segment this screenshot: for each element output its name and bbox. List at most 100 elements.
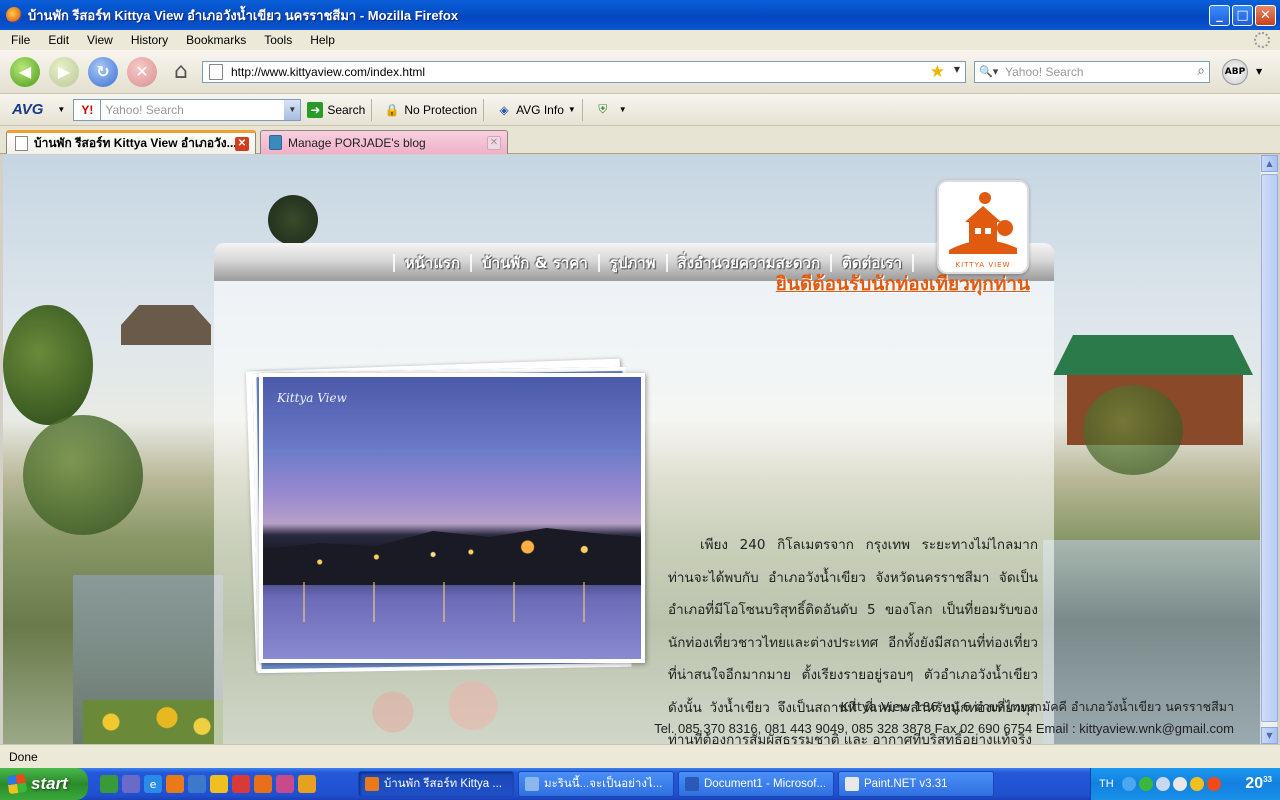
close-button[interactable]: ✕	[1255, 5, 1276, 26]
app-icon[interactable]	[232, 775, 250, 793]
windows-logo-icon	[6, 773, 28, 795]
scroll-down-icon[interactable]: ▼	[1261, 727, 1278, 744]
tray-icon[interactable]	[1206, 777, 1221, 791]
menu-file[interactable]: File	[0, 33, 37, 47]
avg-toolbar: AVG ▼ Y! Yahoo! Search ▼ ➜ Search 🔒 No P…	[0, 94, 1280, 126]
menu-bookmarks[interactable]: Bookmarks	[175, 33, 253, 47]
close-tab-icon[interactable]: ✕	[487, 135, 501, 150]
chevron-down-icon: ▼	[618, 105, 627, 114]
tray-icon[interactable]	[1189, 777, 1204, 791]
scroll-thumb[interactable]	[1261, 174, 1278, 722]
site-nav-home[interactable]: หน้าแรก	[395, 251, 470, 275]
network-icon[interactable]	[1172, 777, 1187, 791]
background-tree	[268, 195, 318, 245]
avg-search-input[interactable]: Yahoo! Search ▼	[101, 98, 302, 121]
firefox-icon[interactable]	[254, 775, 272, 793]
page-icon	[209, 63, 223, 80]
site-nav-gallery[interactable]: รูปภาพ	[600, 251, 666, 275]
start-label: start	[31, 774, 68, 793]
task-paintnet[interactable]: Paint.NET v3.31	[838, 771, 994, 797]
navigation-toolbar: ◀ ▶ ↻ ✕ ⌂ http://www.kittyaview.com/inde…	[0, 50, 1280, 94]
url-bar[interactable]: http://www.kittyaview.com/index.html ★ ▼	[202, 60, 966, 83]
contact-text: Tel. 085 370 8316, 081 443 9049, 085 328…	[654, 721, 1234, 736]
photo-caption: Kittya View	[277, 391, 347, 405]
task-window-2[interactable]: มะรินนี้...จะเป็นอย่างไ...	[518, 771, 674, 797]
minimize-button[interactable]: _	[1209, 5, 1230, 26]
resort-photo: Kittya View	[259, 373, 645, 663]
photo-caption-title: Kittya View	[277, 391, 347, 405]
task-label: Paint.NET v3.31	[864, 778, 948, 790]
home-button[interactable]: ⌂	[166, 57, 196, 87]
site-logo[interactable]: KITTYA VIEW	[937, 180, 1029, 274]
clock[interactable]: 2033	[1245, 775, 1272, 793]
address-text: Kittya View 186 หมู่ 6 ตำบลไทยสามัคคี อำ…	[840, 699, 1234, 714]
bookmark-star-icon[interactable]: ★	[930, 62, 945, 82]
menu-view[interactable]: View	[76, 33, 120, 47]
task-firefox[interactable]: บ้านพัก รีสอร์ท Kittya ...	[358, 771, 514, 797]
firefox-icon[interactable]	[166, 775, 184, 793]
app-icon[interactable]	[276, 775, 294, 793]
menu-edit[interactable]: Edit	[37, 33, 76, 47]
clock-hour: 20	[1245, 775, 1264, 792]
lock-icon: 🔒	[384, 102, 400, 117]
stop-button[interactable]: ✕	[127, 56, 157, 87]
avg-logo[interactable]: AVG	[12, 101, 43, 118]
tab-kittyaview[interactable]: บ้านพัก รีสอร์ท Kittya View อำเภอวัง... …	[6, 130, 256, 154]
start-button[interactable]: start	[0, 768, 88, 800]
tab-porjade-blog[interactable]: Manage PORJADE's blog ✕	[260, 130, 508, 154]
language-indicator[interactable]: TH	[1099, 778, 1114, 790]
avg-menu-dropdown-icon[interactable]: ▼	[57, 105, 65, 114]
url-dropdown-icon[interactable]: ▼	[954, 65, 960, 74]
scroll-up-icon[interactable]: ▲	[1261, 155, 1278, 172]
toolbar-separator	[371, 98, 373, 121]
tray-icon[interactable]	[1138, 777, 1153, 791]
messenger-icon[interactable]	[188, 775, 206, 793]
chevron-down-icon: ▼	[567, 105, 576, 114]
status-text: Done	[9, 749, 38, 764]
maximize-button[interactable]: □	[1232, 5, 1253, 26]
firefox-icon	[365, 777, 379, 791]
background-tree	[23, 415, 143, 535]
window-titlebar: บ้านพัก รีสอร์ท Kittya View อำเภอวังน้ำเ…	[0, 0, 1280, 30]
app-icon[interactable]	[122, 775, 140, 793]
tray-icon[interactable]	[1155, 777, 1170, 791]
background-tree	[1083, 385, 1183, 475]
back-button[interactable]: ◀	[10, 56, 40, 87]
search-bar[interactable]: 🔍▾ Yahoo! Search ⌕	[974, 60, 1210, 83]
menu-tools[interactable]: Tools	[253, 33, 299, 47]
yahoo-icon[interactable]: Y!	[73, 98, 102, 121]
site-nav-rooms[interactable]: บ้านพัก & ราคา	[472, 251, 598, 275]
adblock-button[interactable]: ABP	[1222, 58, 1248, 85]
menu-help[interactable]: Help	[299, 33, 342, 47]
protection-status[interactable]: 🔒 No Protection	[384, 102, 477, 118]
app-icon[interactable]	[298, 775, 316, 793]
tray-icon[interactable]	[1121, 777, 1136, 791]
shield-icon: ⛨	[598, 102, 608, 116]
window-title: บ้านพัก รีสอร์ท Kittya View อำเภอวังน้ำเ…	[28, 7, 459, 23]
blogger-icon	[269, 135, 282, 150]
search-engine-icon[interactable]: 🔍▾	[975, 65, 1005, 78]
menu-history[interactable]: History	[120, 33, 175, 47]
ie-icon[interactable]: e	[144, 775, 162, 793]
smiley-icon[interactable]	[210, 775, 228, 793]
paintnet-icon	[845, 777, 859, 791]
search-go-icon[interactable]: ⌕	[1197, 63, 1205, 79]
avg-extra-button[interactable]: ⛨ ▼	[595, 102, 627, 118]
avg-search-placeholder: Yahoo! Search	[105, 102, 184, 117]
vertical-scrollbar[interactable]: ▲ ▼	[1260, 155, 1278, 744]
show-desktop-icon[interactable]	[100, 775, 118, 793]
reload-button[interactable]: ↻	[88, 56, 118, 87]
menu-bar: File Edit View History Bookmarks Tools H…	[0, 30, 1280, 50]
arrow-right-icon: ➜	[307, 101, 324, 118]
page-content: หน้าแรก บ้านพัก & ราคา รูปภาพ สิ่งอำนวยค…	[3, 155, 1260, 744]
background-house	[121, 305, 211, 345]
avg-info-icon: ◈	[499, 102, 509, 117]
avg-search-button[interactable]: ➜ Search	[307, 101, 365, 118]
search-placeholder: Yahoo! Search	[1005, 64, 1084, 79]
adblock-dropdown-icon[interactable]: ▼	[1256, 67, 1262, 76]
avg-info-button[interactable]: ◈ AVG Info ▼	[496, 102, 576, 118]
avg-search-dropdown-icon[interactable]: ▼	[284, 99, 301, 120]
close-tab-icon[interactable]: ✕	[235, 136, 249, 151]
forward-button[interactable]: ▶	[49, 56, 79, 87]
task-word[interactable]: Document1 - Microsof...	[678, 771, 834, 797]
